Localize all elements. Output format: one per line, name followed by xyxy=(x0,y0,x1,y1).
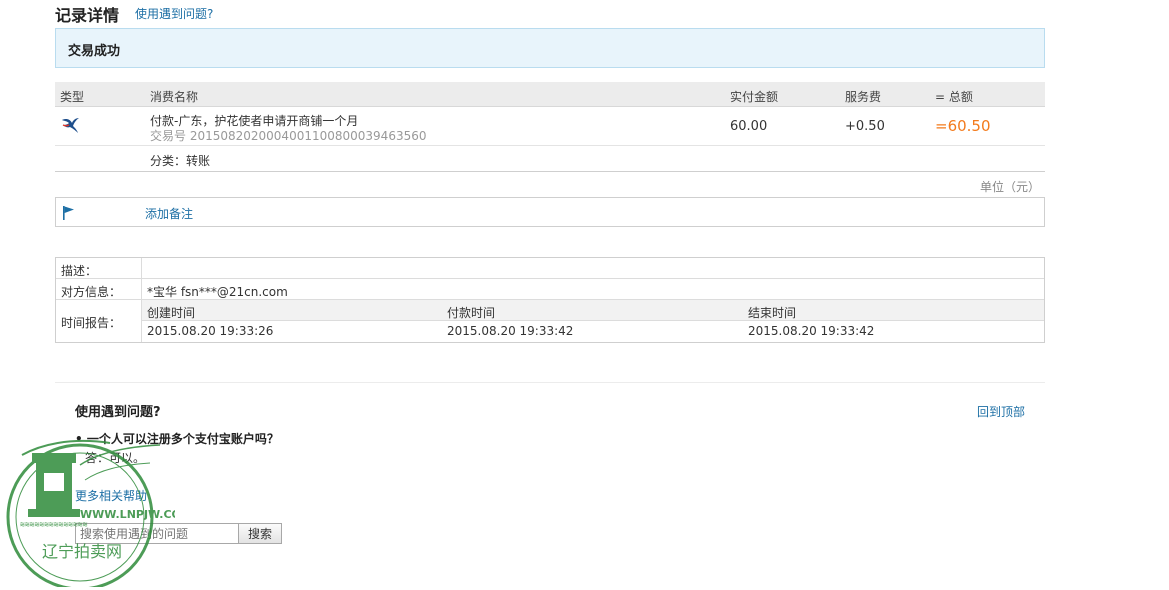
category-row: 分类：转账 xyxy=(55,146,1045,172)
help-link[interactable]: 使用遇到问题? xyxy=(135,5,213,22)
status-text: 交易成功 xyxy=(68,44,121,59)
counterparty-value: *宝华 fsn***@21cn.com xyxy=(147,285,288,299)
watermark-site-name: 辽宁拍卖网 xyxy=(42,542,122,561)
paid-amount: 60.00 xyxy=(730,119,768,134)
paid-time-value: 2015.08.20 19:33:42 xyxy=(447,324,574,338)
service-fee: +0.50 xyxy=(845,119,885,134)
section-divider xyxy=(55,382,1045,383)
unit-note: 单位（元） xyxy=(980,180,1041,194)
counterparty-label: 对方信息： xyxy=(61,285,122,299)
paid-time-header: 付款时间 xyxy=(447,306,496,320)
header-total: = 总额 xyxy=(935,90,973,104)
total-amount: =60.50 xyxy=(935,117,991,135)
search-button[interactable]: 搜索 xyxy=(238,523,282,544)
info-table: 描述： 对方信息： *宝华 fsn***@21cn.com 时间报告： 创建时间… xyxy=(55,257,1045,343)
watermark-url: WWW.LNPJW.COM xyxy=(80,508,175,521)
time-report-label: 时间报告： xyxy=(61,316,122,330)
trade-number: 交易号 2015082020004001100800039463560 xyxy=(150,129,427,143)
header-amount: 实付金额 xyxy=(730,90,779,104)
header-type: 类型 xyxy=(60,90,85,104)
back-to-top-link[interactable]: 回到顶部 xyxy=(977,403,1025,420)
table-header: 类型 消费名称 实付金额 服务费 = 总额 xyxy=(55,82,1045,107)
flag-icon xyxy=(62,205,76,224)
end-time-header: 结束时间 xyxy=(748,306,797,320)
help-section-title: 使用遇到问题? xyxy=(75,405,161,420)
svg-text:≋≋≋≋≋≋≋≋≋≋≋≋≋≋: ≋≋≋≋≋≋≋≋≋≋≋≋≋≋ xyxy=(20,520,88,529)
status-banner: 交易成功 xyxy=(55,28,1045,68)
created-time-header: 创建时间 xyxy=(147,306,196,320)
end-time-value: 2015.08.20 19:33:42 xyxy=(748,324,875,338)
remark-row: 添加备注 xyxy=(55,197,1045,227)
swallow-logo-icon xyxy=(60,116,80,137)
page-title: 记录详情 xyxy=(55,6,120,25)
header-name: 消费名称 xyxy=(150,90,199,104)
watermark-logo: ≋≋≋≋≋≋≋≋≋≋≋≋≋≋ WWW.LNPJW.COM 辽宁拍卖网 xyxy=(0,425,192,590)
table-row: 付款-广东，护花使者申请开商铺一个月 交易号 20150820200040011… xyxy=(55,107,1045,146)
created-time-value: 2015.08.20 19:33:26 xyxy=(147,324,274,338)
header-fee: 服务费 xyxy=(845,90,882,104)
category-label: 分类：转账 xyxy=(150,154,211,168)
add-remark-link[interactable]: 添加备注 xyxy=(145,205,193,222)
description-label: 描述： xyxy=(61,264,98,278)
